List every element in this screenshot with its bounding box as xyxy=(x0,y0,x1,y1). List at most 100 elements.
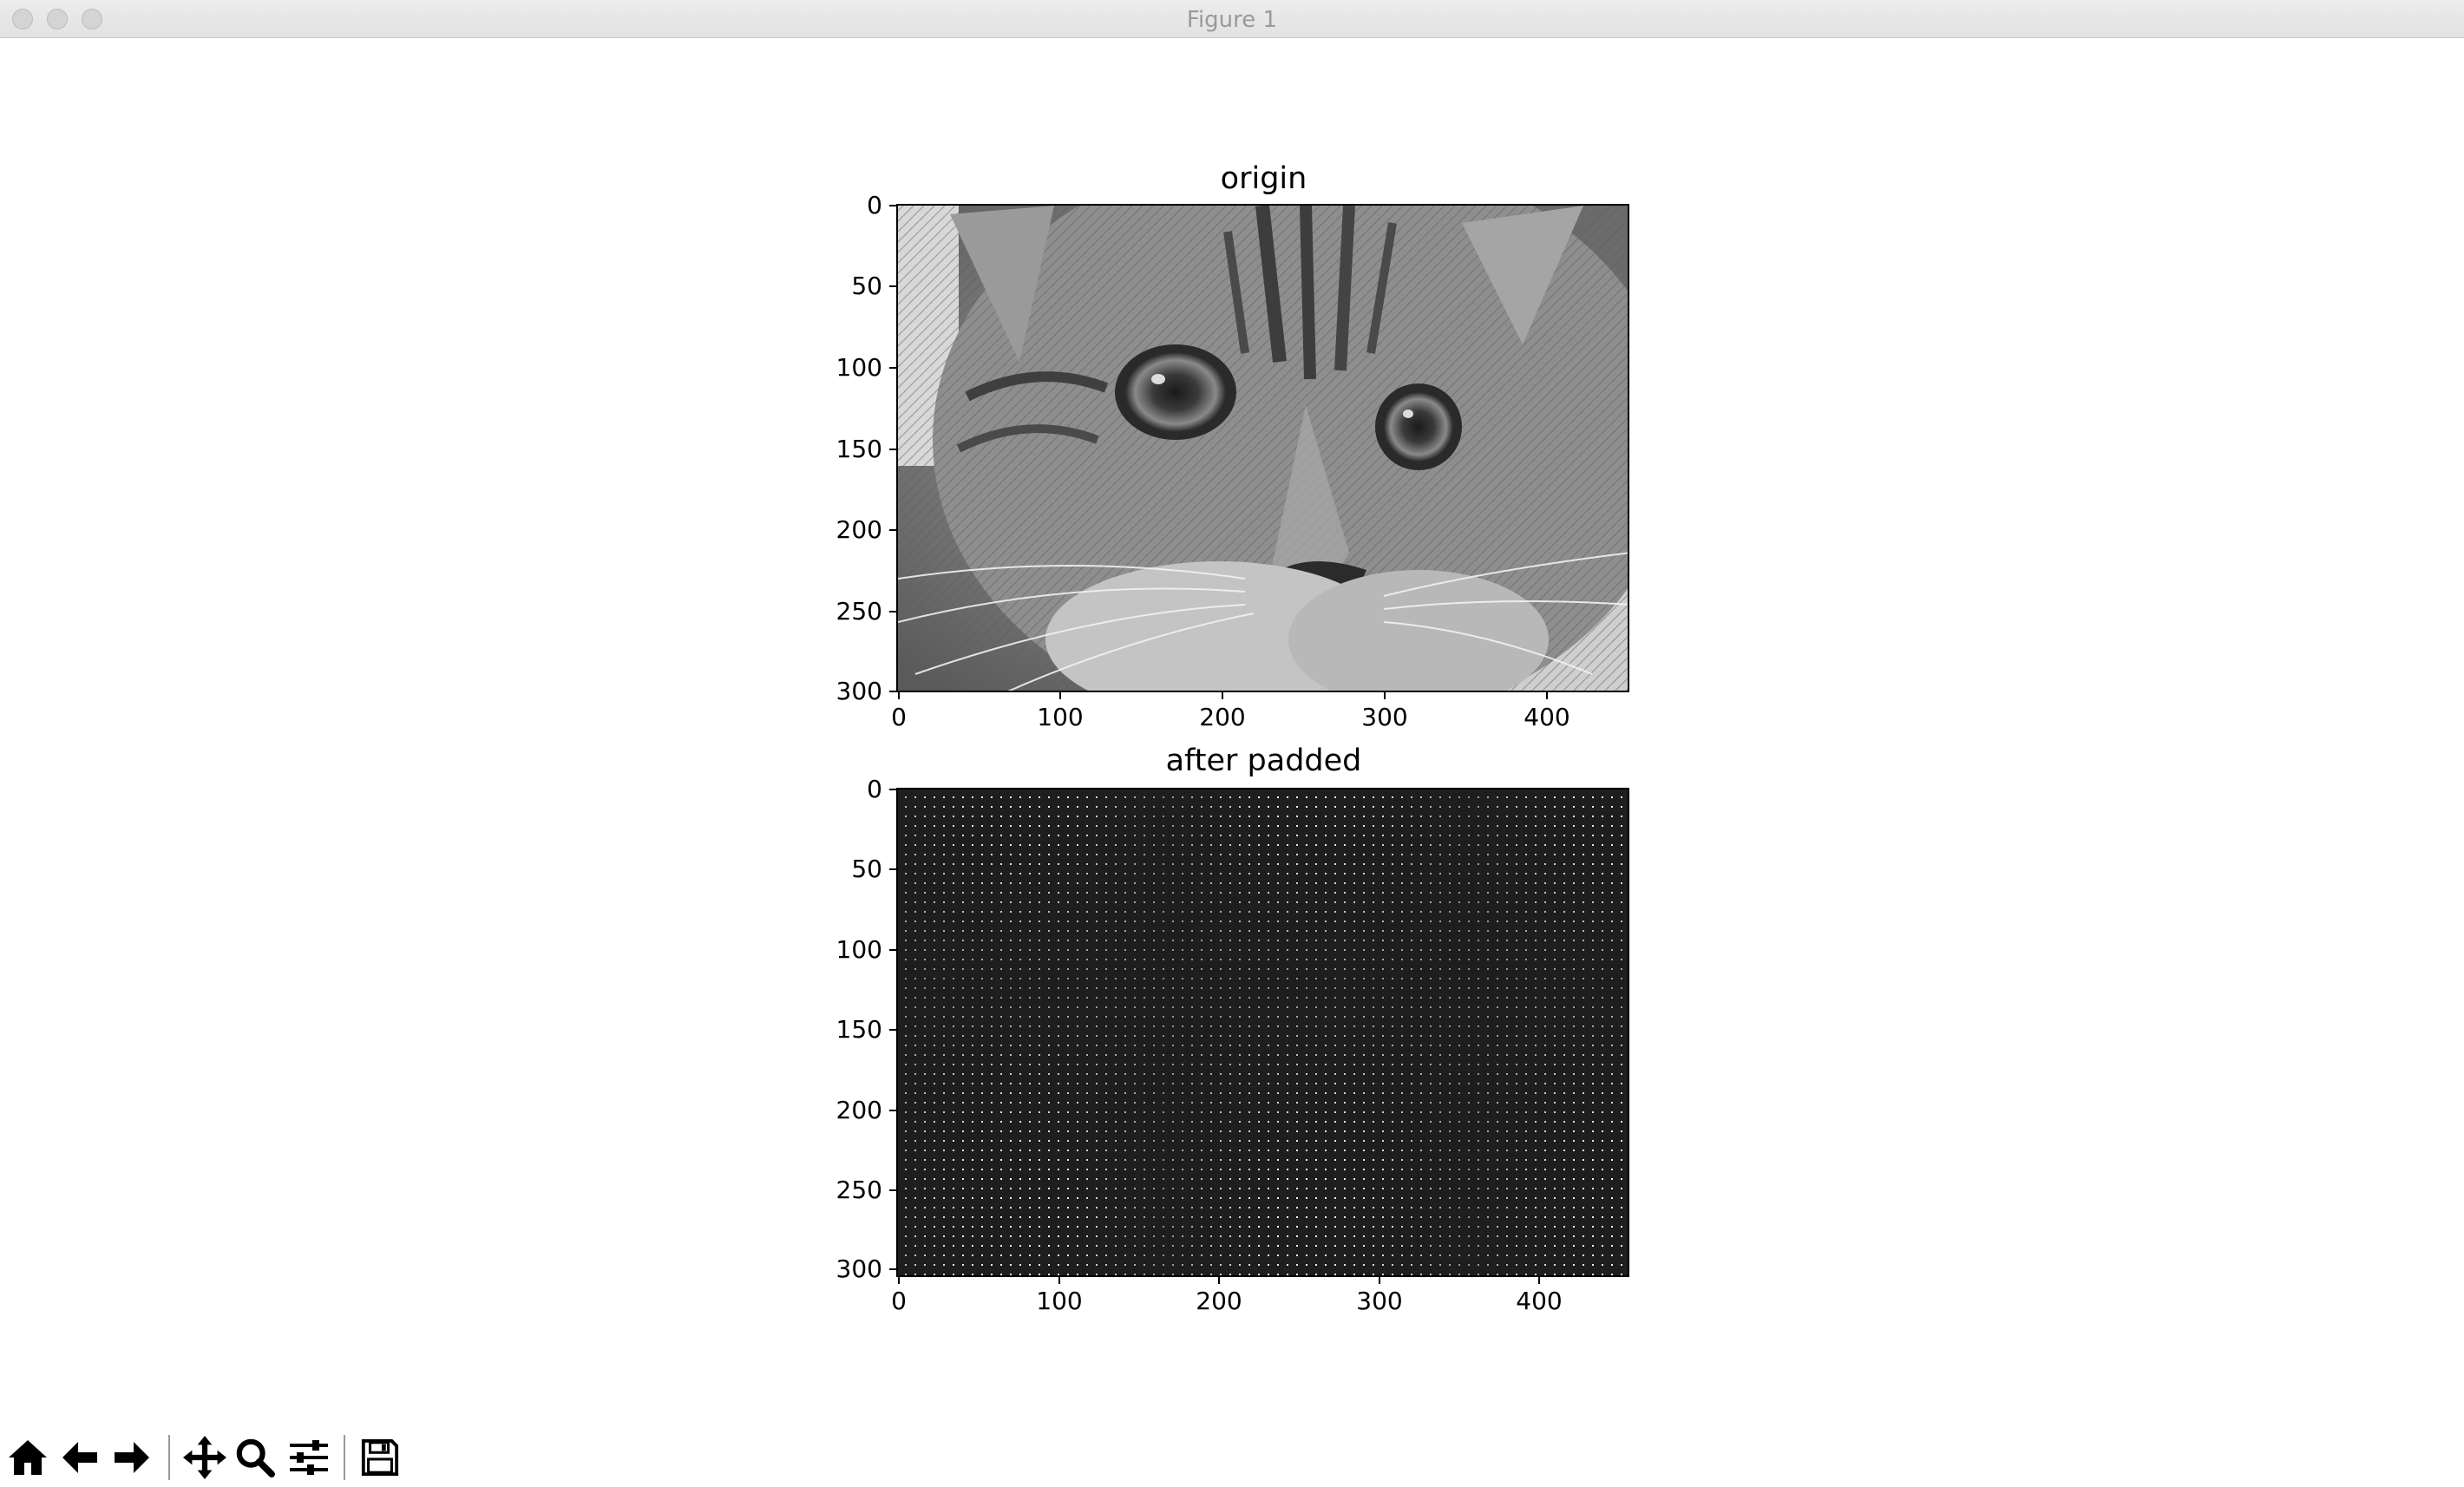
pixel-dot xyxy=(1182,997,1183,999)
pixel-dot xyxy=(1248,978,1250,979)
pixel-dot xyxy=(1058,1226,1059,1228)
pixel-dot xyxy=(1611,1216,1613,1218)
pixel-dot xyxy=(1000,1054,1002,1056)
pixel-dot xyxy=(1115,1274,1117,1275)
pixel-dot xyxy=(1096,806,1098,808)
pixel-dot xyxy=(1077,1226,1078,1228)
pixel-dot xyxy=(1296,844,1298,846)
pixel-dot xyxy=(953,1045,954,1046)
pixel-dot xyxy=(1077,1073,1078,1075)
pixel-dot xyxy=(1373,1121,1374,1123)
pixel-dot xyxy=(1468,1150,1470,1151)
pixel-dot xyxy=(934,1264,935,1266)
pixel-dot xyxy=(1478,1045,1479,1046)
pixel-dot xyxy=(914,930,916,932)
pixel-dot xyxy=(1439,863,1441,865)
pixel-dot xyxy=(1478,796,1479,798)
pixel-dot xyxy=(1144,1159,1145,1161)
pixel-dot xyxy=(1621,806,1622,808)
pixel-dot xyxy=(1220,1045,1222,1046)
home-button[interactable] xyxy=(3,1433,52,1482)
pixel-dot xyxy=(1239,1083,1241,1084)
pixel-dot xyxy=(1144,1111,1145,1113)
pixel-dot xyxy=(1468,806,1470,808)
pixel-dot xyxy=(943,1274,945,1275)
pixel-dot xyxy=(1411,844,1412,846)
pixel-dot xyxy=(1420,930,1422,932)
pixel-dot xyxy=(953,1226,954,1228)
pixel-dot xyxy=(1287,854,1288,855)
pixel-dot xyxy=(1325,1121,1327,1123)
pan-button[interactable] xyxy=(180,1433,229,1482)
pixel-dot xyxy=(1172,1006,1174,1008)
pixel-dot xyxy=(1592,1064,1594,1065)
back-button[interactable] xyxy=(56,1433,104,1482)
pixel-dot xyxy=(1563,1102,1565,1104)
pixel-dot xyxy=(1315,1254,1317,1256)
pixel-dot xyxy=(1201,1092,1203,1094)
pixel-dot xyxy=(1029,1130,1031,1132)
pixel-dot xyxy=(1602,1045,1603,1046)
pixel-dot xyxy=(924,816,926,817)
pixel-dot xyxy=(1153,1216,1155,1218)
pixel-dot xyxy=(924,1274,926,1275)
pixel-dot xyxy=(1430,959,1432,960)
pixel-dot xyxy=(1067,987,1069,989)
pixel-dot xyxy=(1019,1092,1021,1094)
pixel-dot xyxy=(1373,940,1374,941)
pixel-dot xyxy=(1535,1169,1537,1170)
pixel-dot xyxy=(1296,959,1298,960)
pixel-dot xyxy=(1210,978,1212,979)
pixel-dot xyxy=(1201,930,1203,932)
pixel-dot xyxy=(1573,1121,1575,1123)
pixel-dot xyxy=(1583,959,1584,960)
pixel-dot xyxy=(1449,1169,1451,1170)
pixel-dot xyxy=(1583,1207,1584,1209)
pixel-dot xyxy=(1153,911,1155,913)
pixel-dot xyxy=(1573,1226,1575,1228)
pixel-dot xyxy=(1220,1064,1222,1065)
pixel-dot xyxy=(1525,959,1527,960)
pixel-dot xyxy=(1439,1264,1441,1266)
pixel-dot xyxy=(1525,1054,1527,1056)
pixel-dot xyxy=(1239,1274,1241,1275)
pixel-dot xyxy=(943,1150,945,1151)
pixel-dot xyxy=(1134,1130,1136,1132)
pixel-dot xyxy=(1105,1111,1107,1113)
pixel-dot xyxy=(1363,949,1365,951)
pixel-dot xyxy=(1010,1197,1012,1199)
pixel-dot xyxy=(1115,835,1117,836)
pixel-dot xyxy=(1478,892,1479,894)
pixel-dot xyxy=(1411,825,1412,827)
pixel-dot xyxy=(1258,825,1260,827)
pixel-dot xyxy=(1058,1111,1059,1113)
pixel-dot xyxy=(1430,920,1432,922)
pixel-dot xyxy=(1458,854,1460,855)
pixel-dot xyxy=(1544,854,1546,855)
pixel-dot xyxy=(1210,1035,1212,1037)
pixel-dot xyxy=(905,1006,907,1008)
pixel-dot xyxy=(1163,1073,1164,1075)
pixel-dot xyxy=(1525,1169,1527,1170)
pixel-dot xyxy=(1621,825,1622,827)
pixel-dot xyxy=(1277,1140,1279,1142)
configure-subplots-button[interactable] xyxy=(285,1433,333,1482)
pixel-dot xyxy=(1363,844,1365,846)
pixel-dot xyxy=(1497,1016,1498,1018)
pixel-dot xyxy=(934,1245,935,1247)
forward-button[interactable] xyxy=(108,1433,156,1482)
pixel-dot xyxy=(1573,835,1575,836)
pixel-dot xyxy=(1344,930,1346,932)
zoom-button[interactable] xyxy=(231,1433,279,1482)
pixel-dot xyxy=(924,959,926,960)
pixel-dot xyxy=(1373,1254,1374,1256)
pixel-dot xyxy=(1239,816,1241,817)
pixel-dot xyxy=(1144,806,1145,808)
pixel-dot xyxy=(1401,1188,1403,1189)
pixel-dot xyxy=(1392,930,1393,932)
pixel-dot xyxy=(1430,1207,1432,1209)
save-button[interactable] xyxy=(356,1433,404,1482)
pixel-dot xyxy=(1248,892,1250,894)
pixel-dot xyxy=(1105,949,1107,951)
pixel-dot xyxy=(1306,1264,1307,1266)
